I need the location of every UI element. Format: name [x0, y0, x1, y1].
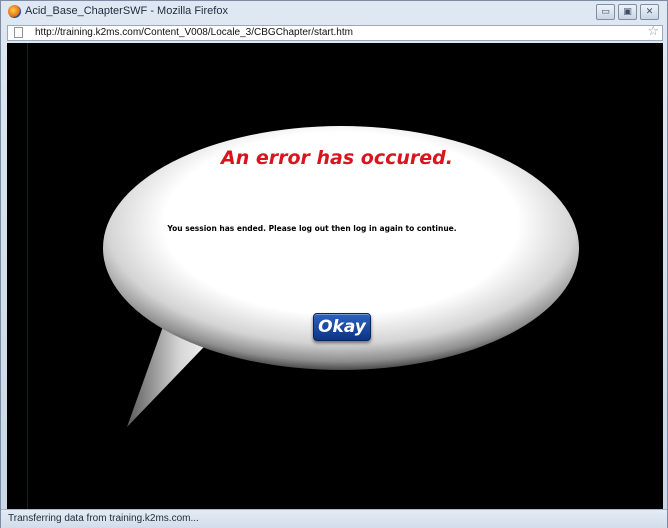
- speech-bubble: [103, 126, 579, 427]
- title-bar: Acid_Base_ChapterSWF - Mozilla Firefox ▭…: [1, 1, 667, 23]
- flash-content-area: An error has occured. You session has en…: [7, 43, 663, 509]
- maximize-button[interactable]: ▣: [618, 4, 637, 20]
- close-button[interactable]: ✕: [640, 4, 659, 20]
- bookmark-star-icon[interactable]: ☆: [647, 24, 659, 39]
- page-icon: [14, 27, 23, 38]
- okay-button[interactable]: Okay: [313, 313, 371, 341]
- status-bar: Transferring data from training.k2ms.com…: [1, 509, 667, 528]
- browser-window: Acid_Base_ChapterSWF - Mozilla Firefox ▭…: [0, 0, 668, 528]
- firefox-icon: [8, 5, 21, 18]
- minimize-button[interactable]: ▭: [596, 4, 615, 20]
- window-controls: ▭ ▣ ✕: [596, 4, 659, 20]
- address-bar[interactable]: http://training.k2ms.com/Content_V008/Lo…: [7, 24, 663, 41]
- error-title: An error has occured.: [221, 147, 453, 169]
- error-message: You session has ended. Please log out th…: [167, 224, 457, 233]
- status-text: Transferring data from training.k2ms.com…: [8, 513, 199, 524]
- url-text[interactable]: http://training.k2ms.com/Content_V008/Lo…: [35, 27, 353, 38]
- window-title: Acid_Base_ChapterSWF - Mozilla Firefox: [25, 5, 228, 17]
